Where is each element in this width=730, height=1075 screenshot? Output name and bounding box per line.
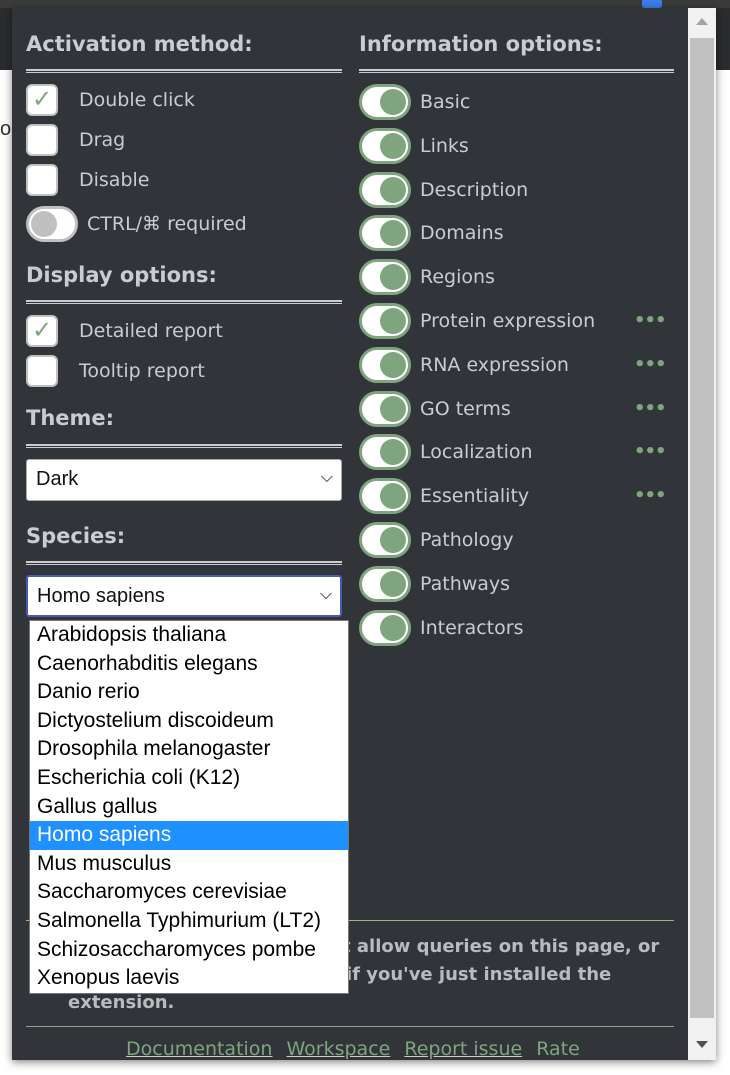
detailed-report-label: Detailed report	[79, 320, 223, 342]
rna-expression-toggle[interactable]	[359, 346, 411, 383]
regions-toggle[interactable]	[359, 259, 411, 296]
localization-toggle[interactable]	[359, 434, 411, 471]
domains-toggle[interactable]	[359, 215, 411, 252]
species-select[interactable]: Homo sapiens ⌵	[26, 575, 342, 617]
species-option[interactable]: Danio rerio	[30, 678, 348, 707]
scroll-up-icon[interactable]	[696, 18, 708, 25]
localization-label: Localization	[420, 441, 533, 464]
theme-heading: Theme:	[26, 406, 115, 430]
divider	[26, 561, 342, 565]
display-heading: Display options:	[26, 263, 217, 287]
activation-heading: Activation method:	[26, 32, 253, 56]
species-option[interactable]: Salmonella Typhimurium (LT2)	[30, 907, 348, 936]
pathways-label: Pathways	[420, 572, 511, 595]
essentiality-toggle[interactable]	[359, 478, 411, 515]
species-value: Homo sapiens	[37, 585, 165, 607]
more-options-icon[interactable]: •••	[634, 310, 667, 331]
basic-toggle[interactable]	[359, 84, 411, 120]
interactors-label: Interactors	[420, 616, 524, 639]
more-options-icon[interactable]: •••	[634, 354, 667, 375]
theme-value: Dark	[36, 468, 79, 490]
more-options-icon[interactable]: •••	[634, 485, 667, 506]
divider	[26, 444, 342, 448]
domains-label: Domains	[420, 222, 504, 245]
divider	[26, 69, 342, 73]
double-click-label: Double click	[79, 89, 195, 111]
species-heading: Species:	[26, 524, 126, 548]
description-toggle[interactable]	[359, 171, 411, 208]
more-options-icon[interactable]: •••	[634, 398, 667, 419]
divider	[26, 300, 342, 304]
extension-badge[interactable]	[642, 0, 662, 8]
go-terms-toggle[interactable]	[359, 390, 411, 427]
species-option[interactable]: Schizosaccharomyces pombe	[30, 936, 348, 965]
species-option[interactable]: Drosophila melanogaster	[30, 735, 348, 764]
links-toggle[interactable]	[359, 127, 411, 164]
tooltip-report-label: Tooltip report	[79, 360, 205, 382]
species-option[interactable]: Saccharomyces cerevisiae	[30, 878, 348, 907]
species-option[interactable]: Mus musculus	[30, 850, 348, 879]
workspace-link[interactable]: Workspace	[286, 1038, 390, 1060]
rate-link[interactable]: Rate	[536, 1038, 580, 1060]
detailed-report-checkbox[interactable]: ✓	[26, 315, 58, 347]
footer-links: Documentation Workspace Report issue Rate	[126, 1038, 594, 1060]
pathology-toggle[interactable]	[359, 522, 411, 558]
scrollbar-thumb[interactable]	[690, 38, 714, 1018]
rna-expression-label: RNA expression	[420, 353, 569, 376]
chevron-down-icon: ⌵	[319, 586, 332, 603]
species-option[interactable]: Arabidopsis thaliana	[30, 621, 348, 650]
essentiality-label: Essentiality	[420, 485, 530, 508]
species-option[interactable]: Escherichia coli (K12)	[30, 764, 348, 793]
chevron-down-icon: ⌵	[320, 469, 333, 486]
pathways-toggle[interactable]	[359, 565, 411, 602]
species-option[interactable]: Homo sapiens	[30, 821, 348, 850]
more-options-icon[interactable]: •••	[634, 441, 667, 462]
divider	[26, 1026, 674, 1027]
message-line: extension.	[68, 992, 175, 1013]
ctrl-required-toggle[interactable]	[26, 206, 78, 242]
go-terms-label: GO terms	[420, 397, 511, 420]
species-dropdown-list[interactable]: Arabidopsis thaliana Caenorhabditis elega…	[29, 620, 349, 994]
drag-label: Drag	[79, 129, 126, 151]
species-option[interactable]: Gallus gallus	[30, 793, 348, 822]
links-label: Links	[420, 134, 469, 157]
basic-label: Basic	[420, 91, 471, 113]
documentation-link[interactable]: Documentation	[126, 1038, 272, 1060]
species-option[interactable]: Xenopus laevis	[30, 964, 348, 993]
disable-label: Disable	[79, 169, 150, 191]
ctrl-required-label: CTRL/⌘ required	[87, 213, 247, 235]
divider	[359, 69, 674, 73]
browser-tabstrip	[0, 0, 730, 8]
scroll-down-icon[interactable]	[696, 1041, 708, 1048]
drag-checkbox[interactable]	[26, 124, 58, 156]
tooltip-report-checkbox[interactable]	[26, 355, 58, 387]
scrollbar[interactable]	[688, 8, 716, 1060]
double-click-checkbox[interactable]: ✓	[26, 84, 58, 116]
species-option[interactable]: Dictyostelium discoideum	[30, 707, 348, 736]
protein-expression-toggle[interactable]	[359, 303, 411, 339]
description-label: Description	[420, 178, 529, 201]
pathology-label: Pathology	[420, 529, 514, 551]
disable-checkbox[interactable]	[26, 164, 58, 196]
species-option[interactable]: Caenorhabditis elegans	[30, 650, 348, 679]
message-line: t allow queries on this page, or	[342, 936, 660, 957]
interactors-toggle[interactable]	[359, 609, 411, 646]
info-heading: Information options:	[359, 32, 603, 56]
regions-label: Regions	[420, 266, 495, 289]
protein-expression-label: Protein expression	[420, 310, 596, 332]
message-line: if you've just installed the	[346, 964, 612, 985]
theme-select[interactable]: Dark ⌵	[26, 459, 342, 501]
report-issue-link[interactable]: Report issue	[404, 1038, 522, 1060]
